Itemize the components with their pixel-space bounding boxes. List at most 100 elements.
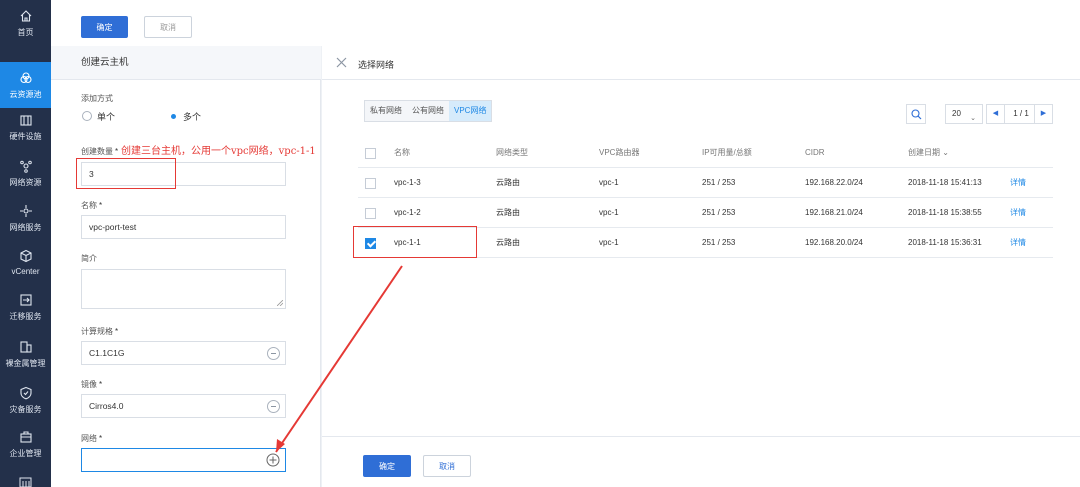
sidebar-item-label: 灾备服务	[9, 404, 42, 414]
cell-date: 2018-11-18 15:38:55	[908, 208, 982, 217]
cell-date: 2018-11-18 15:41:13	[908, 178, 982, 187]
radio-single[interactable]	[82, 111, 92, 121]
select-network-dialog: 选择网络 私有网络 公有网络 VPC网络 20 ⌄ ◀ 1 / 1 ▶ 名称 网络…	[322, 46, 1080, 487]
cell-ip: 251 / 253	[702, 238, 736, 247]
cloud-pool-icon	[19, 71, 32, 83]
page-info: 1 / 1	[1013, 109, 1029, 118]
sidebar-item-bare-metal[interactable]: 裸金属管理	[0, 331, 51, 377]
cell-cidr: 192.168.22.0/24	[805, 178, 863, 187]
sidebar-item-label: 企业管理	[9, 448, 42, 458]
cell-name: vpc-1-2	[394, 208, 421, 217]
sidebar-item-network-service[interactable]: 网络服务	[0, 195, 51, 241]
description-textarea[interactable]	[81, 269, 286, 309]
sortable-column-header[interactable]: 创建日期 ⌄	[908, 138, 949, 168]
sidebar-item-enterprise[interactable]: 企业管理	[0, 421, 51, 467]
close-icon[interactable]	[336, 57, 347, 68]
sidebar-item-label: 网络资源	[9, 177, 42, 187]
sidebar-item-label: vCenter	[11, 266, 40, 276]
column-header: IP可用量/总额	[702, 148, 752, 157]
sidebar-item-label: 网络服务	[9, 222, 42, 232]
server-rack-icon	[19, 114, 32, 126]
sidebar-item-vcenter[interactable]: vCenter	[0, 239, 51, 285]
details-link[interactable]: 详情	[1010, 228, 1026, 258]
table-row[interactable]: vpc-1-3 云路由 vpc-1 251 / 253 192.168.22.0…	[358, 168, 1053, 198]
sidebar-item-home[interactable]: 首页	[0, 0, 51, 46]
sidebar: 首页 云资源池 硬件设施 网络资源 网络服务 vCenter 迁移服务 裸金属管…	[0, 0, 51, 487]
name-label: 名称 *	[81, 201, 103, 210]
annotation-note: 创建三台主机，公用一个vpc网络，vpc-1-1	[121, 146, 316, 157]
cell-router: vpc-1	[599, 238, 619, 247]
cell-type: 云路由	[496, 238, 520, 247]
cell-router: vpc-1	[599, 178, 619, 187]
sidebar-item-migration[interactable]: 迁移服务	[0, 284, 51, 330]
panel-title: 创建云主机	[51, 46, 321, 80]
add-network-icon[interactable]	[266, 453, 280, 467]
select-all-checkbox[interactable]	[365, 148, 376, 159]
column-header: 名称	[394, 148, 410, 157]
home-icon	[20, 9, 31, 22]
cell-type: 云路由	[496, 178, 520, 187]
table-row[interactable]: vpc-1-2 云路由 vpc-1 251 / 253 192.168.21.0…	[358, 198, 1053, 228]
row-checkbox[interactable]	[365, 178, 376, 189]
sort-chevron-icon: ⌄	[942, 148, 949, 157]
disaster-recovery-icon	[19, 386, 32, 399]
remove-spec-icon[interactable]	[267, 347, 280, 360]
cell-ip: 251 / 253	[702, 178, 736, 187]
details-link[interactable]: 详情	[1010, 168, 1026, 198]
sidebar-item-disaster-recovery[interactable]: 灾备服务	[0, 377, 51, 423]
cell-date: 2018-11-18 15:36:31	[908, 238, 982, 247]
vcenter-cube-icon	[19, 249, 32, 262]
tab-public-network[interactable]: 公有网络	[407, 101, 449, 121]
image-field[interactable]: Cirros4.0	[81, 394, 286, 418]
count-label: 创建数量 *	[81, 147, 119, 156]
sidebar-item-network-resource[interactable]: 网络资源	[0, 150, 51, 196]
details-link[interactable]: 详情	[1010, 198, 1026, 228]
spec-label: 计算规格 *	[81, 327, 119, 336]
image-label: 镜像 *	[81, 380, 103, 389]
sidebar-item-label: 迁移服务	[9, 311, 42, 321]
network-service-icon	[19, 204, 32, 217]
bare-metal-icon	[19, 340, 32, 353]
tab-private-network[interactable]: 私有网络	[365, 101, 407, 121]
annotation-highlight-count	[76, 158, 176, 189]
radio-multiple-label[interactable]: 多个	[183, 110, 201, 123]
top-toolbar: 确定 取消	[51, 0, 1080, 46]
network-resource-icon	[19, 160, 32, 173]
chevron-down-icon: ⌄	[970, 115, 976, 122]
remove-image-icon[interactable]	[267, 400, 280, 413]
table-header: 名称 网络类型 VPC路由器 IP可用量/总额 CIDR 创建日期 ⌄	[358, 138, 1053, 168]
search-button[interactable]	[906, 104, 926, 124]
search-icon	[911, 109, 922, 120]
sidebar-item-cloud-pool[interactable]: 云资源池	[0, 62, 51, 108]
spec-field[interactable]: C1.1C1G	[81, 341, 286, 365]
pagination: ◀ 1 / 1 ▶	[986, 104, 1053, 124]
resize-handle-icon[interactable]	[277, 300, 283, 306]
create-vm-panel: 创建云主机 添加方式 单个 多个 创建数量 * 3 名称 * vpc-port-te…	[51, 46, 321, 487]
prev-page-icon[interactable]: ◀	[987, 105, 1005, 123]
cell-cidr: 192.168.20.0/24	[805, 238, 863, 247]
page-size-select[interactable]: 20 ⌄	[945, 104, 983, 124]
column-header: 网络类型	[496, 148, 528, 157]
dialog-cancel-button[interactable]: 取消	[423, 455, 471, 477]
sidebar-item-label: 云资源池	[9, 89, 42, 99]
radio-multiple[interactable]	[168, 111, 178, 121]
sidebar-item-hardware[interactable]: 硬件设施	[0, 104, 51, 150]
more-menu-icon[interactable]	[19, 476, 32, 487]
top-confirm-button[interactable]: 确定	[81, 16, 128, 38]
tab-vpc-network[interactable]: VPC网络	[449, 101, 492, 121]
sidebar-item-label: 裸金属管理	[5, 358, 46, 368]
radio-single-label[interactable]: 单个	[97, 110, 115, 123]
column-header: CIDR	[805, 148, 825, 157]
enterprise-icon	[19, 430, 32, 443]
sidebar-item-label: 硬件设施	[9, 131, 42, 141]
dialog-header: 选择网络	[322, 46, 1080, 80]
cell-ip: 251 / 253	[702, 208, 736, 217]
row-checkbox[interactable]	[365, 208, 376, 219]
network-label: 网络 *	[81, 434, 103, 443]
top-cancel-button[interactable]: 取消	[144, 16, 192, 38]
dialog-confirm-button[interactable]: 确定	[363, 455, 411, 477]
network-field[interactable]	[81, 448, 286, 472]
name-input[interactable]: vpc-port-test	[81, 215, 286, 239]
annotation-highlight-selected-row	[353, 226, 477, 258]
next-page-icon[interactable]: ▶	[1034, 105, 1052, 123]
